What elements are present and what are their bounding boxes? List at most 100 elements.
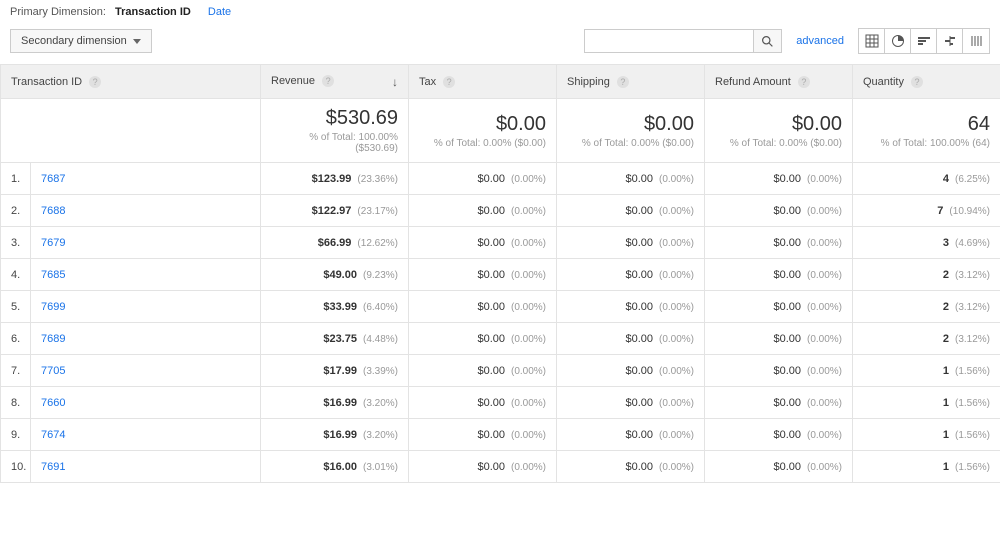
help-icon[interactable]: ? (617, 76, 629, 88)
primary-dimension-active[interactable]: Transaction ID (115, 6, 191, 18)
search-button[interactable] (754, 29, 782, 53)
table-row: 5.7699$33.99(6.40%)$0.00(0.00%)$0.00(0.0… (1, 291, 1000, 323)
col-transaction-id[interactable]: Transaction ID ? (1, 65, 261, 99)
shipping-cell: $0.00(0.00%) (557, 291, 705, 323)
row-index: 10. (1, 451, 31, 483)
summary-quantity-value: 64 (863, 113, 990, 136)
transaction-link[interactable]: 7691 (41, 461, 65, 473)
transaction-link[interactable]: 7674 (41, 429, 65, 441)
tax-cell: $0.00(0.00%) (409, 227, 557, 259)
summary-tax: $0.00 % of Total: 0.00% ($0.00) (409, 99, 557, 163)
view-comparison-icon[interactable] (937, 29, 963, 53)
quantity-cell: 3(4.69%) (853, 227, 1000, 259)
tax-cell: $0.00(0.00%) (409, 355, 557, 387)
view-table-icon[interactable] (859, 29, 885, 53)
table-row: 8. 7660 $16.99(3.20%) $0.00(0.00%)$0.00(0.0… (1, 387, 1000, 419)
tax-cell: $0.00(0.00%) (409, 291, 557, 323)
help-icon[interactable]: ? (798, 76, 810, 88)
summary-refund-sub: % of Total: 0.00% ($0.00) (715, 138, 842, 149)
table-row: 9.7674$16.99(3.20%)$0.00(0.00%)$0.00(0.0… (1, 419, 1000, 451)
row-index: 8. (1, 387, 31, 419)
quantity-cell: 7(10.94%) (853, 195, 1000, 227)
tax-cell: $0.00(0.00%) (409, 163, 557, 195)
revenue-cell: $16.99(3.20%) (261, 419, 409, 451)
transaction-link[interactable]: 7705 (41, 365, 65, 377)
shipping-cell: $0.00(0.00%) (557, 323, 705, 355)
quantity-cell: 1(1.56%) (853, 355, 1000, 387)
help-icon[interactable]: ? (89, 76, 101, 88)
quantity-cell: 2(3.12%) (853, 259, 1000, 291)
revenue-cell: $23.75(4.48%) (261, 323, 409, 355)
revenue-cell: $49.00(9.23%) (261, 259, 409, 291)
transaction-link[interactable]: 7699 (41, 301, 65, 313)
refund-cell: $0.00(0.00%) (705, 291, 853, 323)
summary-revenue: $530.69 % of Total: 100.00% ($530.69) (261, 99, 409, 163)
table-row: 1.7687$123.99(23.36%)$0.00(0.00%)$0.00(0… (1, 163, 1000, 195)
col-revenue[interactable]: Revenue ? ↓ (261, 65, 409, 99)
refund-cell: $0.00(0.00%) (705, 195, 853, 227)
help-icon[interactable]: ? (911, 76, 923, 88)
view-performance-icon[interactable] (911, 29, 937, 53)
revenue-cell: $17.99(3.39%) (261, 355, 409, 387)
advanced-link[interactable]: advanced (796, 35, 844, 47)
col-revenue-label: Revenue (271, 75, 315, 87)
col-shipping[interactable]: Shipping ? (557, 65, 705, 99)
summary-quantity-sub: % of Total: 100.00% (64) (863, 138, 990, 149)
row-index: 3. (1, 227, 31, 259)
col-tax[interactable]: Tax ? (409, 65, 557, 99)
view-pivot-icon[interactable] (963, 29, 989, 53)
shipping-cell: $0.00(0.00%) (557, 163, 705, 195)
shipping-cell: $0.00(0.00%) (557, 227, 705, 259)
col-quantity[interactable]: Quantity ? (853, 65, 1000, 99)
col-quantity-label: Quantity (863, 76, 904, 88)
col-refund-label: Refund Amount (715, 76, 791, 88)
revenue-cell: $66.99(12.62%) (261, 227, 409, 259)
revenue-cell: $122.97(23.17%) (261, 195, 409, 227)
refund-cell: $0.00(0.00%) (705, 163, 853, 195)
primary-dimension-bar: Primary Dimension: Transaction ID Date (0, 0, 1000, 22)
transaction-link[interactable]: 7689 (41, 333, 65, 345)
sort-desc-icon: ↓ (392, 75, 398, 89)
refund-cell: $0.00(0.00%) (705, 387, 853, 419)
col-tax-label: Tax (419, 76, 436, 88)
summary-revenue-sub: % of Total: 100.00% ($530.69) (271, 132, 398, 154)
help-icon[interactable]: ? (443, 76, 455, 88)
transaction-link[interactable]: 7660 (41, 397, 65, 409)
table-row: 6.7689$23.75(4.48%)$0.00(0.00%)$0.00(0.0… (1, 323, 1000, 355)
summary-quantity: 64 % of Total: 100.00% (64) (853, 99, 1000, 163)
shipping-cell: $0.00(0.00%) (557, 387, 705, 419)
transaction-link[interactable]: 7685 (41, 269, 65, 281)
summary-refund: $0.00 % of Total: 0.00% ($0.00) (705, 99, 853, 163)
summary-row: $530.69 % of Total: 100.00% ($530.69) $0… (1, 99, 1000, 163)
quantity-cell: 1(1.56%) (853, 451, 1000, 483)
primary-dimension-date[interactable]: Date (208, 6, 231, 18)
summary-blank (1, 99, 261, 163)
refund-cell: $0.00(0.00%) (705, 323, 853, 355)
transaction-id-cell: 7688 (31, 195, 261, 227)
col-refund[interactable]: Refund Amount ? (705, 65, 853, 99)
search-wrap (584, 29, 782, 53)
primary-dimension-label: Primary Dimension: (10, 6, 106, 18)
quantity-cell: 4(6.25%) (853, 163, 1000, 195)
transaction-link[interactable]: 7679 (41, 237, 65, 249)
search-input[interactable] (584, 29, 754, 53)
help-icon[interactable]: ? (322, 75, 334, 87)
revenue-cell: $16.99(3.20%) (261, 387, 409, 419)
refund-cell: $0.00(0.00%) (705, 419, 853, 451)
secondary-dimension-label: Secondary dimension (21, 35, 127, 47)
quantity-cell: 1(1.56%) (853, 419, 1000, 451)
row-index: 2. (1, 195, 31, 227)
transaction-link[interactable]: 7688 (41, 205, 65, 217)
tax-cell: $0.00(0.00%) (409, 419, 557, 451)
tax-cell: $0.00(0.00%) (409, 195, 557, 227)
secondary-dimension-button[interactable]: Secondary dimension (10, 29, 152, 53)
transaction-link[interactable]: 7687 (41, 173, 65, 185)
view-pie-icon[interactable] (885, 29, 911, 53)
refund-cell: $0.00(0.00%) (705, 355, 853, 387)
summary-tax-value: $0.00 (419, 113, 546, 136)
refund-cell: $0.00(0.00%) (705, 259, 853, 291)
table-header-row: Transaction ID ? Revenue ? ↓ Tax ? Shipp… (1, 65, 1000, 99)
table-row: 3.7679$66.99(12.62%)$0.00(0.00%)$0.00(0.… (1, 227, 1000, 259)
revenue-cell: $123.99(23.36%) (261, 163, 409, 195)
transactions-table: Transaction ID ? Revenue ? ↓ Tax ? Shipp… (0, 64, 1000, 483)
